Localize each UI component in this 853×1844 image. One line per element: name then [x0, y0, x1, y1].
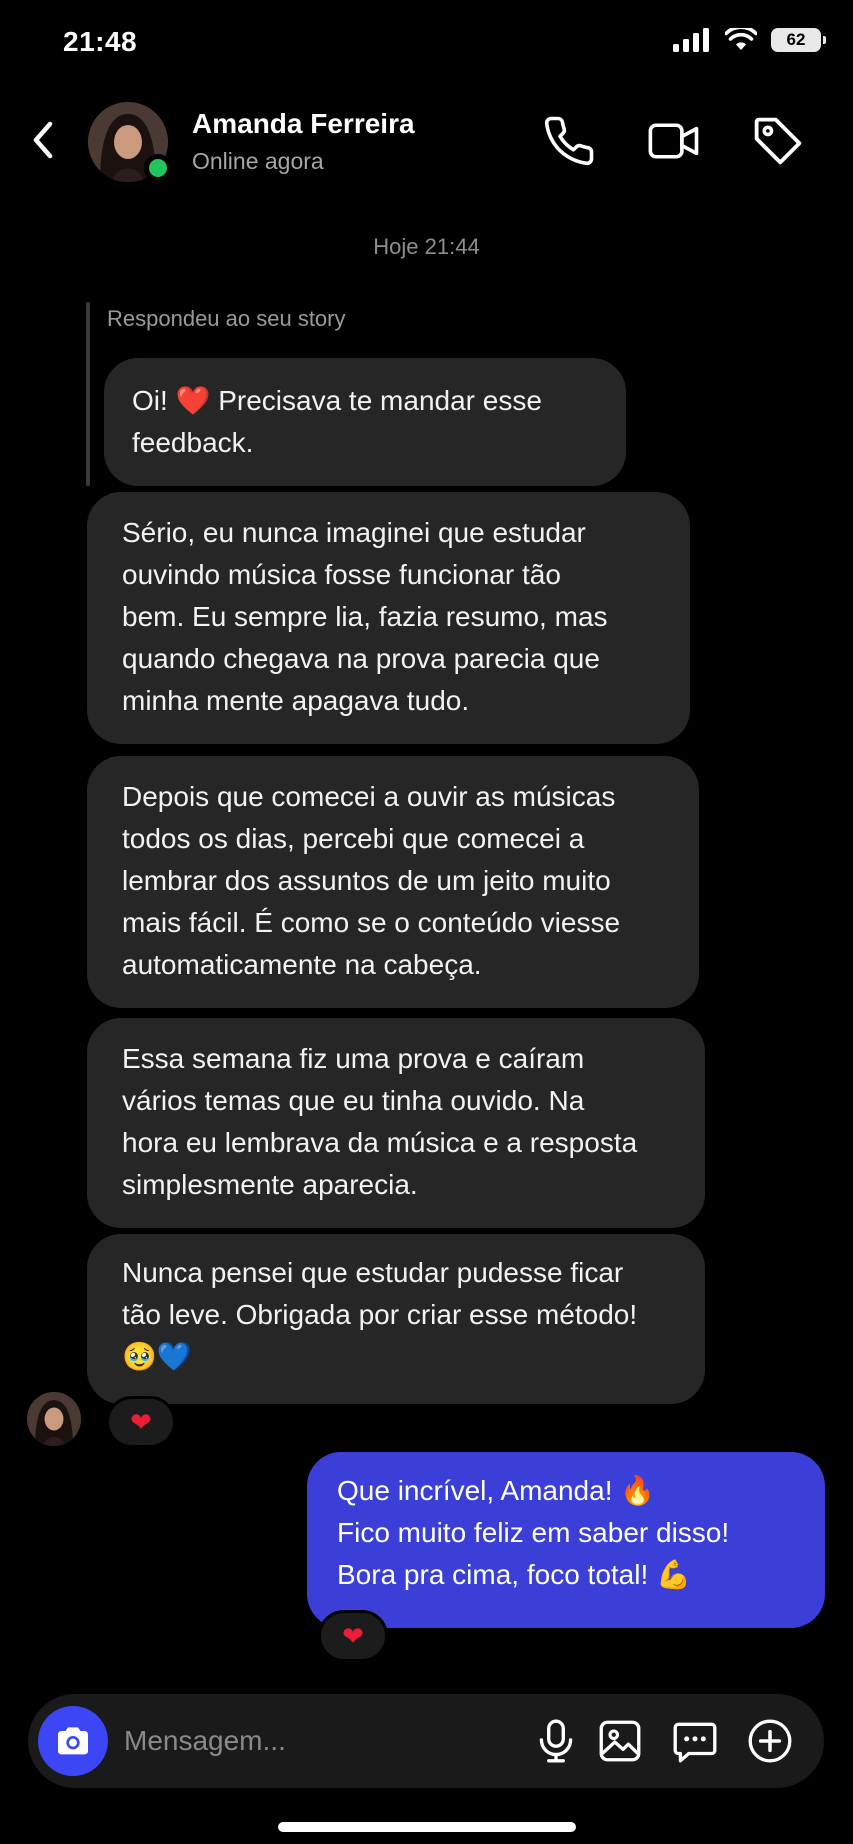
status-time: 21:48	[63, 26, 138, 57]
sender-avatar[interactable]	[27, 1392, 81, 1446]
sticker-button[interactable]	[670, 1716, 720, 1766]
heart-icon: ❤	[342, 1620, 364, 1651]
contact-name[interactable]: Amanda Ferreira	[192, 108, 415, 140]
gallery-button[interactable]	[595, 1716, 645, 1766]
story-reply-label: Respondeu ao seu story	[107, 306, 346, 331]
heart-icon: ❤	[130, 1406, 152, 1437]
message-composer	[28, 1694, 824, 1788]
camera-button[interactable]	[38, 1706, 108, 1776]
story-reply-quote-bar	[86, 302, 90, 486]
voice-call-button[interactable]	[542, 114, 596, 168]
incoming-message[interactable]: Essa semana fiz uma prova e caíram vário…	[87, 1018, 705, 1228]
heart-reaction[interactable]: ❤	[106, 1396, 176, 1448]
label-tag-button[interactable]	[751, 114, 805, 168]
gallery-icon	[599, 1720, 641, 1762]
phone-icon	[544, 116, 594, 166]
battery-icon: 62	[771, 28, 826, 52]
sticker-chat-icon	[673, 1722, 717, 1763]
contact-status: Online agora	[192, 148, 324, 174]
date-separator: Hoje 21:44	[373, 234, 480, 259]
online-status-dot	[144, 154, 172, 182]
chat-header: Amanda Ferreira Online agora	[0, 96, 853, 186]
incoming-message[interactable]: Nunca pensei que estudar pudesse ficar t…	[87, 1234, 705, 1404]
camera-icon	[58, 1727, 88, 1755]
more-options-button[interactable]	[745, 1716, 795, 1766]
home-indicator[interactable]	[278, 1822, 576, 1832]
incoming-message[interactable]: Oi! ❤️ Precisava te mandar esse feedback…	[104, 358, 626, 486]
back-chevron-icon	[33, 121, 53, 159]
back-button[interactable]	[24, 116, 64, 164]
chat-screen: 21:48 62 Amanda Ferreira Online agora Ho…	[0, 0, 853, 1844]
incoming-message[interactable]: Sério, eu nunca imaginei que estudar ouv…	[87, 492, 690, 744]
video-call-button[interactable]	[647, 114, 701, 168]
tag-icon	[754, 117, 802, 165]
add-plus-icon	[748, 1719, 792, 1763]
status-icons: 62	[673, 28, 826, 52]
microphone-icon	[539, 1719, 573, 1763]
wifi-icon	[725, 28, 757, 50]
voice-message-button[interactable]	[531, 1716, 581, 1766]
message-input[interactable]	[124, 1716, 424, 1766]
incoming-message[interactable]: Depois que comecei a ouvir as músicas to…	[87, 756, 699, 1008]
battery-level: 62	[786, 30, 806, 49]
video-camera-icon	[648, 123, 699, 159]
heart-reaction[interactable]: ❤	[318, 1610, 388, 1662]
outgoing-message[interactable]: Que incrível, Amanda! 🔥 Fico muito feliz…	[307, 1452, 825, 1628]
contact-avatar-button[interactable]	[88, 102, 172, 182]
cellular-signal-icon	[673, 28, 709, 52]
